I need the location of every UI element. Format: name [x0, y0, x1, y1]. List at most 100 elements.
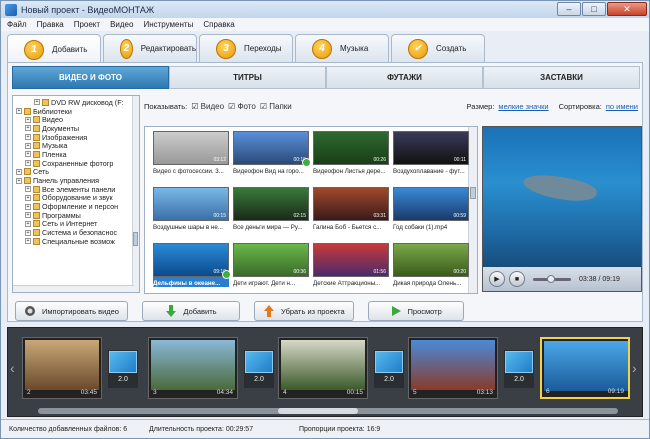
transition-slot[interactable]: 2.0 — [244, 350, 274, 388]
file-thumbnail[interactable]: 00:20 Дикая природа Олень... — [393, 243, 469, 287]
scroll-right-icon[interactable]: › — [632, 360, 640, 380]
tree-item[interactable]: + Специальные возмож — [13, 237, 139, 246]
tree-item[interactable]: + Видео — [13, 115, 139, 124]
expand-icon[interactable]: + — [25, 203, 31, 210]
file-thumbnail[interactable]: 09:19 Дельфины в океане... — [153, 243, 231, 287]
minimize-button[interactable]: – — [557, 2, 581, 16]
thumbnail-image: 00:26 — [313, 131, 389, 165]
file-thumbnail[interactable]: 03:12 Видео с фотосессии. 3... — [153, 131, 229, 175]
grid-scrollbar[interactable] — [468, 127, 477, 293]
tree-item[interactable]: + DVD RW дисковод (F: — [13, 98, 139, 107]
volume-slider[interactable] — [533, 274, 571, 283]
subtab-titles[interactable]: ТИТРЫ — [169, 66, 326, 89]
expand-icon[interactable]: + — [25, 186, 31, 193]
file-thumbnail[interactable]: 03:31 Галина Боб - Бьется с... — [313, 187, 389, 231]
scroll-left-icon[interactable]: ‹ — [10, 360, 18, 380]
folders-checkbox[interactable]: ☑ Папки — [260, 102, 292, 111]
tree-item[interactable]: + Все элементы панели — [13, 185, 139, 194]
tab-music[interactable]: 4 Музыка — [295, 34, 389, 62]
expand-icon[interactable]: + — [25, 212, 31, 219]
expand-icon[interactable]: + — [25, 151, 31, 158]
import-video-button[interactable]: Импортировать видео — [15, 301, 128, 321]
file-thumbnail[interactable]: 00:15 Воздушные шары в не... — [153, 187, 229, 231]
added-check-icon — [222, 270, 231, 279]
photo-checkbox[interactable]: ☑ Фото — [228, 102, 256, 111]
timeline-clip[interactable]: 2 03:45 — [22, 337, 102, 399]
menu-tools[interactable]: Инструменты — [143, 20, 193, 29]
tree-item[interactable]: + Пленка — [13, 150, 139, 159]
subtab-footage[interactable]: ФУТАЖИ — [326, 66, 483, 89]
expand-icon[interactable]: + — [16, 177, 22, 184]
tree-item[interactable]: + Панель управления — [13, 176, 139, 185]
timeline-clip[interactable]: 6 09:19 — [540, 337, 630, 399]
expand-icon[interactable]: + — [25, 229, 31, 236]
transition-slot[interactable]: 2.0 — [108, 350, 138, 388]
timeline-scroll-thumb[interactable] — [278, 408, 358, 414]
file-thumbnail[interactable]: 00:26 Видеофон Листья дере... — [313, 131, 389, 175]
file-thumbnail[interactable]: 00:11 Воздухоплавание - фут... — [393, 131, 469, 175]
tree-item[interactable]: + Оформление и персон — [13, 202, 139, 211]
scroll-thumb[interactable] — [133, 232, 138, 246]
tab-edit[interactable]: 2 Редактировать — [103, 34, 197, 62]
timeline-clip[interactable]: 4 00:15 — [278, 337, 368, 399]
sort-link[interactable]: по имени — [606, 102, 638, 111]
timeline-clip[interactable]: 5 03:13 — [408, 337, 498, 399]
file-thumbnail[interactable]: 02:15 Все деньги мира — Ру... — [233, 187, 309, 231]
menu-file[interactable]: Файл — [7, 20, 27, 29]
expand-icon[interactable]: + — [34, 99, 40, 106]
folder-icon — [33, 203, 40, 211]
tab-create[interactable]: ✓ Создать — [391, 34, 485, 62]
tree-item[interactable]: + Сеть и Интернет — [13, 219, 139, 228]
tree-item[interactable]: + Оборудование и звук — [13, 193, 139, 202]
expand-icon[interactable]: + — [25, 160, 31, 167]
stop-button[interactable]: ■ — [509, 271, 525, 287]
timeline-clip[interactable]: 3 04:34 — [148, 337, 238, 399]
tab-transitions[interactable]: 3 Переходы — [199, 34, 293, 62]
tree-item[interactable]: + Документы — [13, 124, 139, 133]
transition-slot[interactable]: 2.0 — [374, 350, 404, 388]
add-button[interactable]: Добавить — [141, 301, 240, 321]
tree-item[interactable]: + Система и безопаснос — [13, 228, 139, 237]
tab-add[interactable]: 1 Добавить — [7, 34, 101, 64]
expand-icon[interactable]: + — [25, 220, 31, 227]
subtab-intros[interactable]: ЗАСТАВКИ — [483, 66, 640, 89]
play-button[interactable]: ▶ — [489, 271, 505, 287]
subtab-video-photo[interactable]: ВИДЕО И ФОТО — [12, 66, 169, 89]
player-controls: ▶ ■ 03:38 / 09:19 — [483, 267, 641, 291]
maximize-button[interactable]: □ — [582, 2, 606, 16]
tree-hscrollbar[interactable] — [13, 285, 134, 292]
expand-icon[interactable]: + — [25, 116, 31, 123]
tree-item[interactable]: + Изображения — [13, 133, 139, 142]
transition-slot[interactable]: 2.0 — [504, 350, 534, 388]
volume-knob[interactable] — [547, 274, 555, 283]
size-link[interactable]: мелкие значки — [498, 102, 548, 111]
tree-item[interactable]: + Библиотеки — [13, 107, 139, 116]
menu-project[interactable]: Проект — [74, 20, 100, 29]
tree-item[interactable]: + Сохраненные фотогр — [13, 159, 139, 168]
step-tabs: 1 Добавить 2 Редактировать 3 Переходы 4 … — [7, 34, 485, 64]
scroll-thumb[interactable] — [470, 187, 476, 199]
menu-edit[interactable]: Правка — [37, 20, 64, 29]
tree-item[interactable]: + Программы — [13, 211, 139, 220]
remove-from-project-button[interactable]: Убрать из проекта — [253, 301, 354, 321]
tree-item[interactable]: + Музыка — [13, 141, 139, 150]
close-button[interactable]: ✕ — [607, 2, 647, 16]
expand-icon[interactable]: + — [16, 168, 22, 175]
expand-icon[interactable]: + — [25, 125, 31, 132]
tree-scrollbar[interactable] — [132, 96, 139, 292]
file-thumbnail[interactable]: 01:56 Детские Аттракционы... — [313, 243, 389, 287]
file-thumbnail[interactable]: 00:15 Видеофон Вид на горо... — [233, 131, 311, 175]
file-thumbnail[interactable]: 00:36 Дети играют. Дети н... — [233, 243, 309, 287]
video-checkbox[interactable]: ☑ Видео — [191, 102, 224, 111]
expand-icon[interactable]: + — [25, 134, 31, 141]
menu-video[interactable]: Видео — [110, 20, 133, 29]
timeline-scrollbar[interactable] — [38, 408, 618, 414]
menu-help[interactable]: Справка — [203, 20, 234, 29]
file-thumbnail[interactable]: 00:59 Год собаки (1).mp4 — [393, 187, 469, 231]
preview-button[interactable]: Просмотр — [367, 301, 464, 321]
expand-icon[interactable]: + — [25, 194, 31, 201]
expand-icon[interactable]: + — [16, 108, 22, 115]
expand-icon[interactable]: + — [25, 142, 31, 149]
tree-item[interactable]: + Сеть — [13, 167, 139, 176]
expand-icon[interactable]: + — [25, 238, 31, 245]
